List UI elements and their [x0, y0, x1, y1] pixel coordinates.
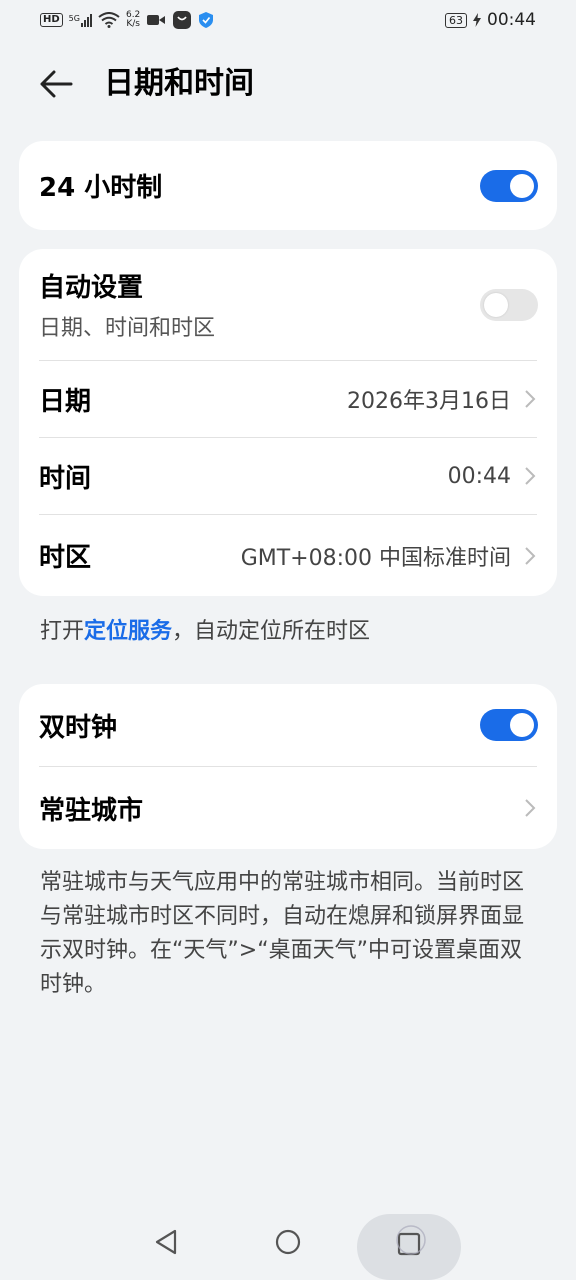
- battery-icon: 63: [445, 12, 467, 28]
- toggle-knob: [510, 713, 534, 737]
- row-date[interactable]: 日期 2026年3月16日: [19, 361, 557, 437]
- wifi-icon: [98, 12, 120, 28]
- row-timezone[interactable]: 时区 GMT+08:00 中国标准时间: [19, 515, 557, 596]
- chevron-right-icon: [525, 799, 536, 817]
- time-value: 00:44: [447, 463, 511, 489]
- hint-suffix: ，自动定位所在时区: [172, 619, 371, 644]
- status-right: 63 00:44: [445, 10, 536, 30]
- status-left: HD 5G 6.2 K/s: [40, 10, 214, 30]
- toggle-24h[interactable]: [480, 169, 538, 202]
- status-bar: HD 5G 6.2 K/s 63 00:44: [0, 0, 576, 40]
- nav-back-button[interactable]: [146, 1222, 186, 1262]
- auto-sub: 日期、时间和时区: [39, 316, 216, 341]
- toggle-knob: [510, 173, 534, 198]
- toggle-auto[interactable]: [480, 288, 538, 321]
- date-label: 日期: [39, 386, 92, 417]
- date-value: 2026年3月16日: [347, 389, 511, 414]
- back-button[interactable]: [34, 64, 78, 104]
- chevron-right-icon: [525, 467, 536, 485]
- nav-home-button[interactable]: [268, 1222, 308, 1262]
- net-speed: 6.2 K/s: [126, 11, 140, 29]
- toggle-dual[interactable]: [480, 709, 538, 741]
- square-recent-icon: [396, 1225, 426, 1256]
- dual-label: 双时钟: [39, 712, 118, 743]
- card-24h: 24 小时制: [19, 141, 557, 230]
- location-hint: 打开定位服务，自动定位所在时区: [40, 613, 370, 645]
- charging-icon: [473, 13, 481, 27]
- row-time[interactable]: 时间 00:44: [19, 438, 557, 514]
- card-auto: 自动设置 日期、时间和时区 日期 2026年3月16日 时间 00:44 时区 …: [19, 249, 557, 596]
- city-label: 常驻城市: [39, 795, 144, 826]
- row-home-city[interactable]: 常驻城市: [19, 767, 557, 849]
- back-arrow-icon: [40, 70, 73, 98]
- auto-label: 自动设置: [39, 273, 144, 303]
- card-dual: 双时钟 常驻城市: [19, 684, 557, 849]
- nav-recent-button[interactable]: [389, 1222, 429, 1262]
- toggle-knob: [484, 292, 508, 317]
- signal-type: 5G: [68, 13, 80, 23]
- triangle-back-icon: [155, 1229, 177, 1255]
- chevron-right-icon: [525, 546, 536, 565]
- signal-icon: 5G: [68, 13, 92, 27]
- circle-home-icon: [275, 1229, 301, 1255]
- zone-label: 时区: [39, 543, 92, 573]
- row-auto-set[interactable]: 自动设置 日期、时间和时区: [19, 249, 557, 360]
- time-label: 时间: [39, 463, 92, 494]
- shopping-bag-icon: [173, 11, 192, 29]
- status-time: 00:44: [487, 10, 536, 30]
- dual-description: 常驻城市与天气应用中的常驻城市相同。当前时区与常驻城市时区不同时，自动在熄屏和锁…: [40, 870, 525, 997]
- zone-value: GMT+08:00 中国标准时间: [240, 545, 511, 571]
- hd-badge: HD: [40, 13, 63, 27]
- title-bar: 日期和时间: [0, 56, 576, 112]
- auto-text: 自动设置 日期、时间和时区: [39, 267, 215, 342]
- hint-prefix: 打开: [40, 619, 85, 644]
- navigation-bar: [0, 1206, 576, 1280]
- location-service-link[interactable]: 定位服务: [84, 619, 172, 644]
- chevron-right-icon: [525, 390, 536, 408]
- row-24h-label: 24 小时制: [39, 173, 163, 203]
- page-title: 日期和时间: [104, 66, 254, 101]
- video-icon: [147, 15, 166, 25]
- battery-level: 63: [449, 13, 463, 27]
- row-dual-clock[interactable]: 双时钟: [19, 684, 557, 766]
- row-24h[interactable]: 24 小时制: [19, 141, 557, 230]
- net-speed-unit: K/s: [126, 19, 140, 29]
- shield-icon: [199, 12, 214, 28]
